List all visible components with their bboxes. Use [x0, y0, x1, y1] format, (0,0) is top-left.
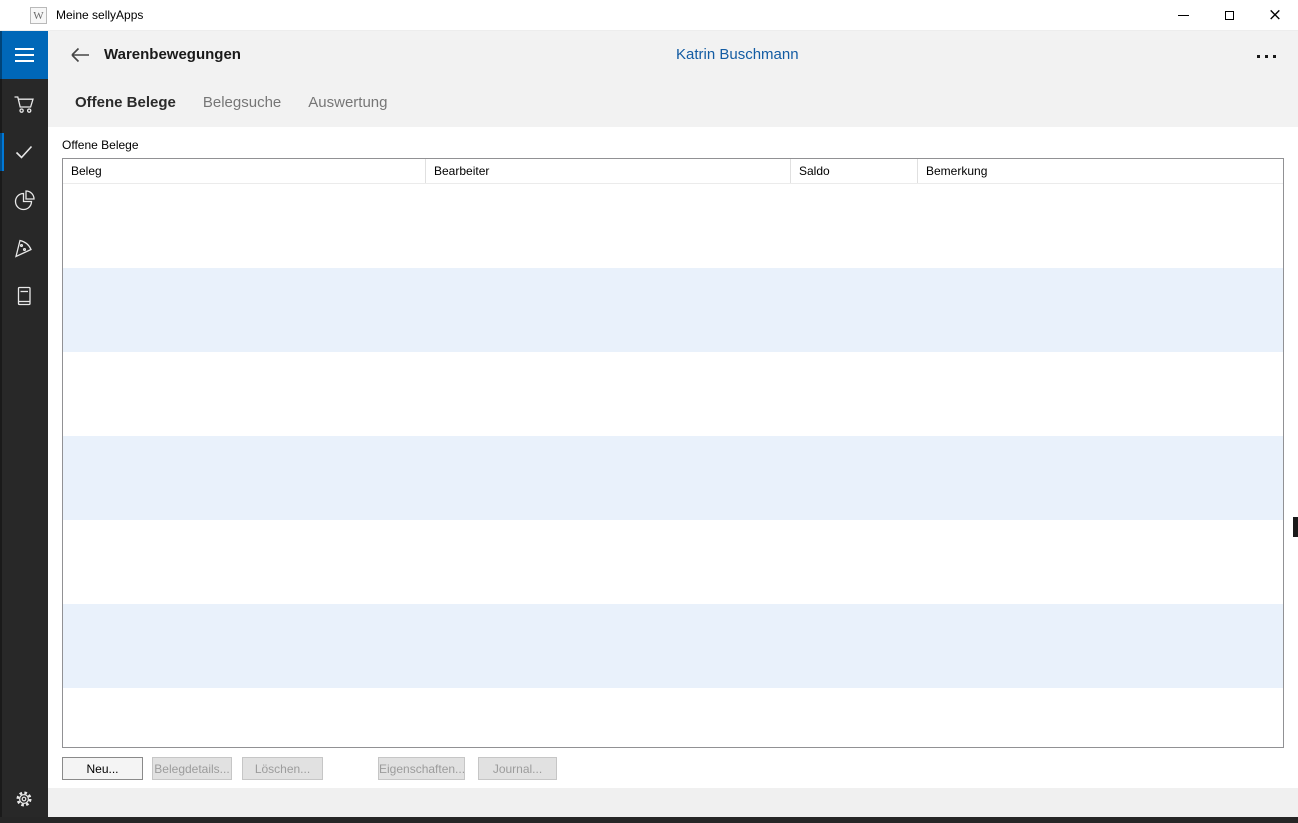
titlebar: W Meine sellyApps ×	[0, 0, 1298, 31]
column-header-bemerkung[interactable]: Bemerkung	[918, 159, 1283, 183]
journal-button[interactable]: Journal...	[478, 757, 557, 780]
back-button[interactable]	[60, 35, 100, 75]
checkmark-icon	[12, 140, 36, 164]
table-header-row: Beleg Bearbeiter Saldo Bemerkung	[63, 159, 1283, 184]
app-logo-icon: W	[30, 7, 47, 24]
table-row-stripe	[63, 436, 1283, 520]
tab-auswertung[interactable]: Auswertung	[308, 79, 387, 127]
minimize-icon	[1178, 15, 1189, 16]
table-row-stripe	[63, 688, 1283, 748]
maximize-icon	[1225, 11, 1234, 20]
tab-belegsuche[interactable]: Belegsuche	[203, 79, 281, 127]
column-header-bearbeiter[interactable]: Bearbeiter	[426, 159, 791, 183]
table-row-stripe	[63, 268, 1283, 352]
more-icon	[1257, 55, 1260, 58]
sidebar-item-check[interactable]	[0, 128, 48, 176]
close-button[interactable]: ×	[1252, 0, 1298, 31]
sidebar-item-tag[interactable]	[0, 224, 48, 272]
hamburger-menu-button[interactable]	[0, 31, 48, 79]
content-area: Offene Belege Beleg Bearbeiter Saldo Bem…	[48, 127, 1298, 823]
back-arrow-icon	[69, 45, 91, 65]
sidebar-item-pie-chart[interactable]	[0, 176, 48, 224]
more-button[interactable]	[1246, 41, 1286, 71]
window-left-edge	[0, 31, 2, 823]
pie-chart-icon	[12, 188, 36, 212]
table-row-stripe	[63, 520, 1283, 604]
column-header-saldo[interactable]: Saldo	[791, 159, 918, 183]
page-header: Warenbewegungen Katrin Buschmann Offene …	[48, 31, 1298, 127]
table-row-stripe	[63, 352, 1283, 436]
table-row-stripe	[63, 604, 1283, 688]
window-edge-marker	[1293, 517, 1298, 537]
open-receipts-table[interactable]: Beleg Bearbeiter Saldo Bemerkung	[62, 158, 1284, 748]
tab-offene-belege[interactable]: Offene Belege	[75, 79, 176, 127]
window-controls: ×	[1160, 0, 1298, 31]
sidebar-item-cart[interactable]	[0, 80, 48, 128]
eigenschaften-button[interactable]: Eigenschaften...	[378, 757, 465, 780]
page-title: Warenbewegungen	[104, 31, 241, 79]
close-icon: ×	[1268, 7, 1282, 24]
list-caption: Offene Belege	[62, 138, 139, 152]
belegdetails-button[interactable]: Belegdetails...	[152, 757, 232, 780]
window-bottom-edge	[0, 817, 1298, 823]
window-title: Meine sellyApps	[56, 0, 143, 31]
neu-button[interactable]: Neu...	[62, 757, 143, 780]
sidebar-item-settings[interactable]	[0, 775, 48, 823]
sidebar-item-book[interactable]	[0, 272, 48, 320]
maximize-button[interactable]	[1206, 0, 1252, 31]
tab-bar: Offene Belege Belegsuche Auswertung	[48, 79, 1298, 127]
book-icon	[12, 284, 36, 308]
sidebar	[0, 31, 48, 823]
cart-icon	[12, 92, 36, 116]
gear-icon	[12, 787, 36, 811]
table-row-stripe	[63, 184, 1283, 268]
user-name-link[interactable]: Katrin Buschmann	[676, 31, 799, 79]
hamburger-icon	[15, 48, 34, 50]
tag-icon	[12, 236, 36, 260]
minimize-button[interactable]	[1160, 0, 1206, 31]
loeschen-button[interactable]: Löschen...	[242, 757, 323, 780]
column-header-beleg[interactable]: Beleg	[63, 159, 426, 183]
table-body	[63, 184, 1283, 747]
